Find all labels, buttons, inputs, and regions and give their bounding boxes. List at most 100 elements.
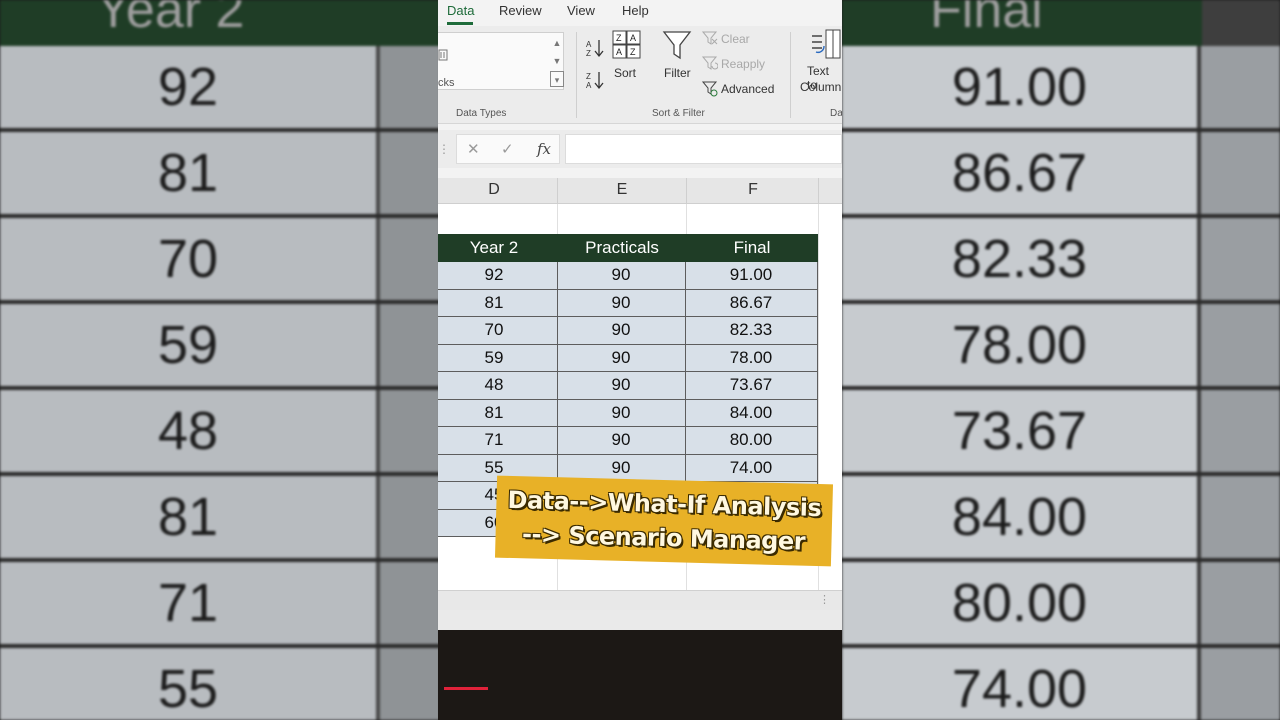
- bg-cell: 91.00: [842, 46, 1197, 128]
- name-box-resize-handle[interactable]: ⋮: [438, 142, 450, 156]
- insert-function-icon[interactable]: fx: [537, 140, 551, 158]
- bg-cell: 70: [0, 218, 376, 300]
- bg-header-year2: Year 2: [0, 0, 440, 46]
- group-separator: [576, 32, 577, 118]
- cell-practicals[interactable]: 90: [558, 320, 684, 340]
- column-header-f[interactable]: F: [738, 181, 768, 199]
- bg-row: 92: [0, 46, 440, 132]
- bg-cell: 48: [0, 390, 376, 472]
- tab-view[interactable]: View: [567, 3, 595, 18]
- clear-filter-icon: [701, 31, 718, 50]
- tab-review[interactable]: Review: [499, 3, 542, 18]
- tab-data[interactable]: Data: [447, 3, 474, 18]
- cell-year2[interactable]: 55: [438, 458, 550, 478]
- bg-cell: 73.67: [842, 390, 1197, 472]
- bg-row: 78.00: [842, 304, 1280, 390]
- cell-year2[interactable]: 81: [438, 403, 550, 423]
- enter-icon[interactable]: ✓: [501, 140, 514, 158]
- horizontal-scrollbar[interactable]: ⋮: [438, 590, 842, 610]
- cell-year2[interactable]: 92: [438, 265, 550, 285]
- bg-header-final: Final: [842, 0, 1202, 46]
- cell-year2[interactable]: 48: [438, 375, 550, 395]
- svg-text:Z: Z: [616, 33, 622, 43]
- cell-final[interactable]: 82.33: [688, 320, 814, 340]
- header-practicals[interactable]: Practicals: [558, 238, 686, 258]
- bg-row: 91.00: [842, 46, 1280, 132]
- bg-row: 59: [0, 304, 440, 390]
- text-to-columns-label-2[interactable]: Column: [800, 80, 841, 94]
- bg-row: 86.67: [842, 132, 1280, 218]
- active-tab-indicator: [447, 22, 473, 25]
- background-zoom-right: Final 91.00 86.67 82.33 78.00 73.67 84.0…: [842, 0, 1280, 720]
- svg-text:A: A: [616, 47, 622, 57]
- bg-row: 82.33: [842, 218, 1280, 304]
- svg-text:A: A: [586, 40, 592, 49]
- data-types-gallery[interactable]: cks ▲ ▼ ▾: [438, 32, 564, 90]
- table-row: 59 90 78.00: [438, 344, 818, 372]
- column-header-e[interactable]: E: [607, 181, 637, 199]
- stocks-icon: [438, 47, 448, 61]
- text-to-columns-icon[interactable]: [808, 28, 842, 67]
- header-year-2[interactable]: Year 2: [438, 238, 550, 258]
- sort-label[interactable]: Sort: [614, 66, 636, 80]
- cell-practicals[interactable]: 90: [558, 293, 684, 313]
- cell-year2[interactable]: 71: [438, 430, 550, 450]
- tutorial-caption: Data-->What-If Analysis --> Scenario Man…: [494, 475, 834, 567]
- bg-cell: 84.00: [842, 476, 1197, 558]
- cell-year2[interactable]: 70: [438, 320, 550, 340]
- bg-row: 80.00: [842, 562, 1280, 648]
- cell-practicals[interactable]: 90: [558, 403, 684, 423]
- column-headers: D E F: [438, 178, 842, 204]
- gallery-down-icon[interactable]: ▼: [550, 53, 564, 69]
- filter-icon[interactable]: [662, 30, 692, 67]
- cell-final[interactable]: 73.67: [688, 375, 814, 395]
- cancel-icon[interactable]: ✕: [467, 140, 480, 158]
- bg-row: 84.00: [842, 476, 1280, 562]
- advanced-filter-icon[interactable]: [701, 81, 718, 102]
- video-frame: Year 2 92 81 70 59 48 81 71 55 Final 91.…: [0, 0, 1280, 720]
- cell-year2[interactable]: 81: [438, 293, 550, 313]
- formula-buttons: ✕ ✓ fx: [456, 134, 560, 164]
- cell-practicals[interactable]: 90: [558, 265, 684, 285]
- caption-line-2: --> Scenario Manager: [521, 520, 806, 556]
- cell-final[interactable]: 84.00: [688, 403, 814, 423]
- table-row: 71 90 80.00: [438, 427, 818, 455]
- cell-final[interactable]: 74.00: [688, 458, 814, 478]
- bg-cell: 92: [0, 46, 376, 128]
- filter-label[interactable]: Filter: [664, 66, 691, 80]
- cell-final[interactable]: 86.67: [688, 293, 814, 313]
- bg-row: 48: [0, 390, 440, 476]
- cell-final[interactable]: 80.00: [688, 430, 814, 450]
- bg-cell: 78.00: [842, 304, 1197, 386]
- formula-input[interactable]: [565, 134, 842, 164]
- sort-za-icon[interactable]: ZA: [585, 70, 605, 95]
- sort-az-icon[interactable]: AZ: [585, 38, 605, 63]
- video-progress-bar[interactable]: [444, 687, 488, 690]
- cell-year2[interactable]: 59: [438, 348, 550, 368]
- status-bar: [438, 610, 842, 630]
- ribbon-panel: cks ▲ ▼ ▾ Data Types AZ ZA ZAAZ Sort Fil…: [438, 26, 842, 124]
- bg-cell: 82.33: [842, 218, 1197, 300]
- table-row: 48 90 73.67: [438, 372, 818, 400]
- gallery-up-icon[interactable]: ▲: [550, 35, 564, 51]
- table-row: 70 90 82.33: [438, 317, 818, 345]
- cell-practicals[interactable]: 90: [558, 348, 684, 368]
- excel-window: Data Review View Help cks ▲ ▼ ▾ Data Typ…: [438, 0, 842, 720]
- header-final[interactable]: Final: [688, 238, 816, 258]
- bg-cell: 81: [0, 132, 376, 214]
- table-header-row: Year 2 Practicals Final: [438, 234, 818, 262]
- gallery-more-icon[interactable]: ▾: [550, 71, 564, 87]
- bg-cell: 81: [0, 476, 376, 558]
- cell-final[interactable]: 91.00: [688, 265, 814, 285]
- tab-help[interactable]: Help: [622, 3, 649, 18]
- advanced-label[interactable]: Advanced: [721, 82, 774, 96]
- scrollbar-handle[interactable]: ⋮: [819, 593, 830, 606]
- cell-final[interactable]: 78.00: [688, 348, 814, 368]
- bg-row: 71: [0, 562, 440, 648]
- cell-practicals[interactable]: 90: [558, 375, 684, 395]
- column-header-d[interactable]: D: [479, 181, 509, 199]
- cell-practicals[interactable]: 90: [558, 430, 684, 450]
- sort-icon[interactable]: ZAAZ: [612, 30, 642, 65]
- table-row: 55 90 74.00: [438, 454, 818, 482]
- cell-practicals[interactable]: 90: [558, 458, 684, 478]
